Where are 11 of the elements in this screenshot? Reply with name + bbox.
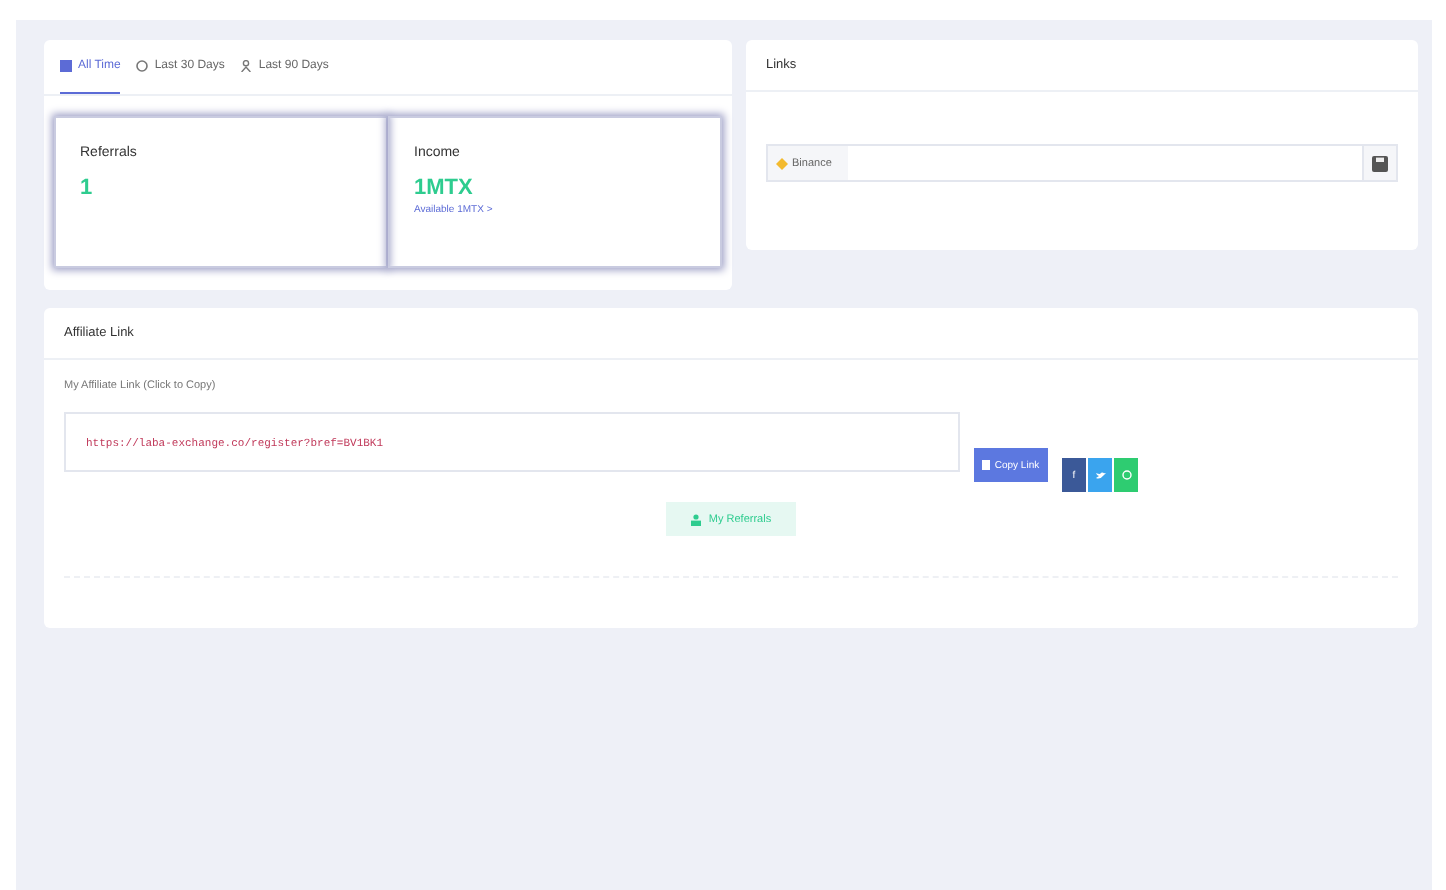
bird-icon	[1095, 471, 1105, 479]
save-button[interactable]	[1362, 146, 1396, 180]
save-icon	[1372, 155, 1388, 171]
twitter-button[interactable]	[1088, 458, 1112, 492]
stat-value: 1MTX	[414, 176, 475, 200]
people-icon	[690, 513, 703, 525]
grid-icon	[60, 60, 72, 72]
stat-value: 1	[80, 176, 95, 200]
whatsapp-button[interactable]	[1114, 458, 1138, 492]
copy-icon	[982, 460, 991, 470]
diamond-icon	[776, 157, 788, 169]
